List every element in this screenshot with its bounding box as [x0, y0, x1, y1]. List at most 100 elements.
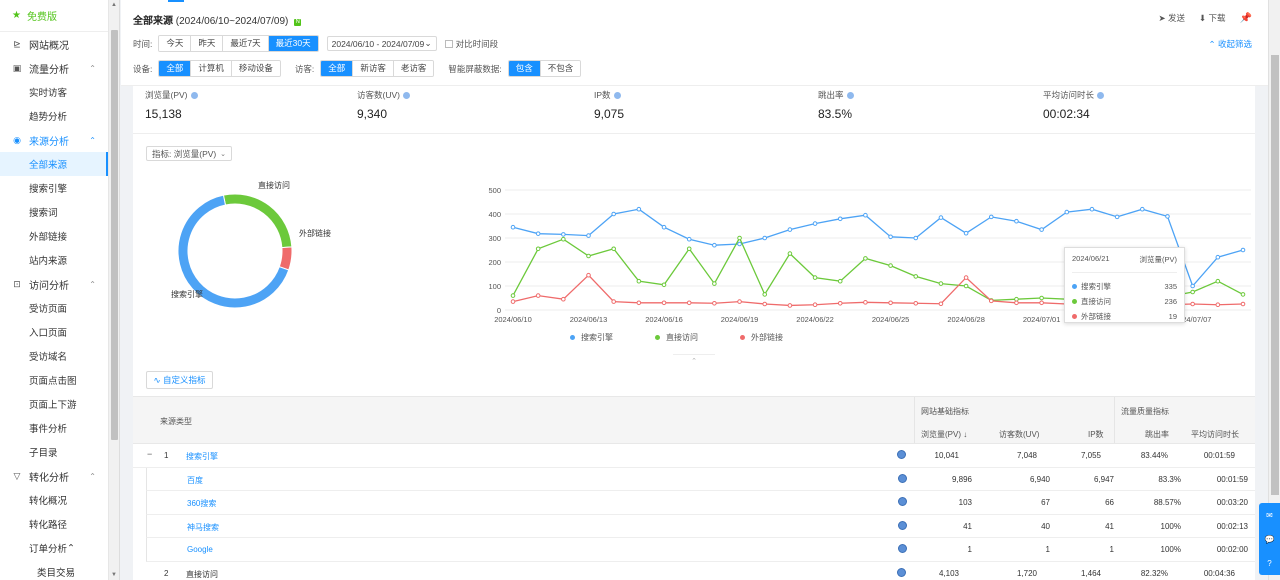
data-point[interactable]	[561, 296, 566, 302]
sidebar-item-10[interactable]: ⊡ 访问分析 ⌃	[0, 272, 108, 296]
donut-slice-1[interactable]	[222, 193, 293, 249]
send-button[interactable]: ➤ 发送	[1159, 12, 1186, 24]
data-point[interactable]	[661, 224, 667, 230]
table-row[interactable]: 百度 9,896 6,940 6,947 83.3% 00:01:59	[146, 467, 1255, 491]
data-point[interactable]	[1039, 295, 1044, 301]
visitor-option-1[interactable]: 新访客	[353, 61, 394, 76]
data-point[interactable]	[762, 292, 768, 297]
table-row[interactable]: 360搜索 103 67 66 88.57% 00:03:20	[146, 491, 1255, 515]
collapse-filter-button[interactable]: ⌃ 收起筛选	[1208, 38, 1252, 50]
data-point[interactable]	[1089, 206, 1095, 212]
data-point[interactable]	[586, 253, 591, 259]
sidebar-item-14[interactable]: 页面点击图	[0, 368, 108, 392]
data-point[interactable]	[586, 272, 591, 278]
table-row[interactable]: Google 1 1 1 100% 00:02:00	[146, 538, 1255, 562]
sidebar-item-17[interactable]: 子目录	[0, 440, 108, 464]
data-point[interactable]	[712, 242, 717, 248]
trend-icon[interactable]	[898, 544, 907, 553]
data-point[interactable]	[1240, 247, 1246, 253]
data-point[interactable]	[561, 236, 566, 242]
sidebar-item-18[interactable]: ▽ 转化分析 ⌃	[0, 464, 108, 488]
data-point[interactable]	[686, 300, 692, 306]
sidebar-scrollbar[interactable]: ▲ ▼	[109, 0, 120, 580]
sidebar-item-21[interactable]: 订单分析 ⌃	[0, 536, 108, 560]
data-point[interactable]	[636, 278, 642, 284]
data-point[interactable]	[1190, 301, 1195, 307]
compare-checkbox[interactable]: 对比时间段	[444, 38, 498, 50]
sidebar-item-22[interactable]: 类目交易	[0, 560, 108, 580]
smart-option-1[interactable]: 不包含	[540, 61, 581, 76]
data-point[interactable]	[1140, 206, 1145, 212]
device-option-1[interactable]: 计算机	[191, 61, 232, 76]
visitor-option-0[interactable]: 全部	[321, 61, 354, 76]
data-point[interactable]	[1215, 302, 1221, 308]
data-point[interactable]	[686, 246, 692, 252]
pin-icon[interactable]: 📌	[1240, 13, 1252, 24]
data-point[interactable]	[888, 300, 893, 306]
data-point[interactable]	[1064, 209, 1070, 215]
data-point[interactable]	[938, 301, 944, 307]
data-point[interactable]	[661, 300, 667, 306]
help-icon[interactable]	[1097, 91, 1105, 99]
data-point[interactable]	[1165, 214, 1170, 219]
data-point[interactable]	[963, 230, 969, 236]
help-icon[interactable]	[846, 91, 854, 99]
data-point[interactable]	[812, 302, 818, 308]
data-point[interactable]	[1215, 254, 1221, 260]
table-row[interactable]: 神马搜索 41 40 41 100% 00:02:13	[146, 514, 1255, 538]
legend-item-2[interactable]: 外部链接	[740, 332, 783, 343]
table-row[interactable]: − 1 搜索引擎 10,041 7,048 7,055 83.44% 00:01:59	[133, 444, 1255, 468]
data-point[interactable]	[510, 299, 516, 304]
data-point[interactable]	[762, 235, 768, 241]
sidebar-item-6[interactable]: 搜索引擎	[0, 176, 108, 200]
page-scrollbar[interactable]	[1268, 0, 1280, 580]
source-name[interactable]: 搜索引擎	[186, 451, 218, 462]
device-option-0[interactable]: 全部	[159, 61, 192, 76]
data-point[interactable]	[837, 216, 843, 222]
smart-option-0[interactable]: 包含	[508, 61, 541, 76]
help-icon[interactable]: ?	[1267, 559, 1271, 568]
source-name[interactable]: 百度	[187, 475, 203, 486]
data-point[interactable]	[737, 235, 742, 241]
visitor-option-2[interactable]: 老访客	[393, 61, 434, 76]
data-point[interactable]	[1240, 301, 1246, 307]
plan-badge[interactable]: ★ 免费版	[0, 0, 108, 32]
sidebar-item-20[interactable]: 转化路径	[0, 512, 108, 536]
trend-icon[interactable]	[897, 450, 906, 459]
data-point[interactable]	[762, 301, 768, 307]
sidebar-scroll-thumb[interactable]	[111, 30, 118, 440]
data-point[interactable]	[938, 281, 944, 286]
col-bounce-header[interactable]: 跳出率	[1145, 429, 1169, 440]
data-point[interactable]	[913, 274, 919, 279]
data-point[interactable]	[988, 214, 994, 220]
sidebar-item-16[interactable]: 事件分析	[0, 416, 108, 440]
donut-slice-2[interactable]	[278, 246, 293, 271]
data-point[interactable]	[1014, 300, 1019, 306]
time-option-3[interactable]: 最近30天	[268, 36, 318, 51]
data-point[interactable]	[636, 206, 642, 212]
data-point[interactable]	[737, 241, 742, 247]
data-point[interactable]	[712, 281, 717, 286]
data-point[interactable]	[837, 300, 843, 306]
data-point[interactable]	[737, 299, 742, 304]
data-point[interactable]	[1240, 292, 1246, 297]
data-point[interactable]	[787, 227, 793, 232]
data-point[interactable]	[812, 221, 818, 226]
data-point[interactable]	[712, 300, 717, 306]
legend-item-1[interactable]: 直接访问	[655, 332, 698, 343]
data-point[interactable]	[535, 246, 541, 252]
data-point[interactable]	[510, 293, 516, 298]
data-point[interactable]	[938, 215, 944, 220]
legend-item-0[interactable]: 搜索引擎	[570, 332, 613, 343]
sidebar-item-2[interactable]: 实时访客	[0, 80, 108, 104]
data-point[interactable]	[1014, 218, 1019, 224]
data-point[interactable]	[636, 300, 642, 306]
time-option-2[interactable]: 最近7天	[223, 36, 269, 51]
trend-icon[interactable]	[898, 473, 907, 483]
data-point[interactable]	[611, 246, 616, 252]
data-point[interactable]	[1039, 300, 1044, 306]
download-button[interactable]: ⬇ 下载	[1199, 12, 1226, 24]
date-range-picker[interactable]: 2024/06/10 - 2024/07/09 ⌄	[326, 36, 437, 51]
mail-icon[interactable]: ✉	[1266, 511, 1273, 520]
data-point[interactable]	[963, 275, 969, 280]
